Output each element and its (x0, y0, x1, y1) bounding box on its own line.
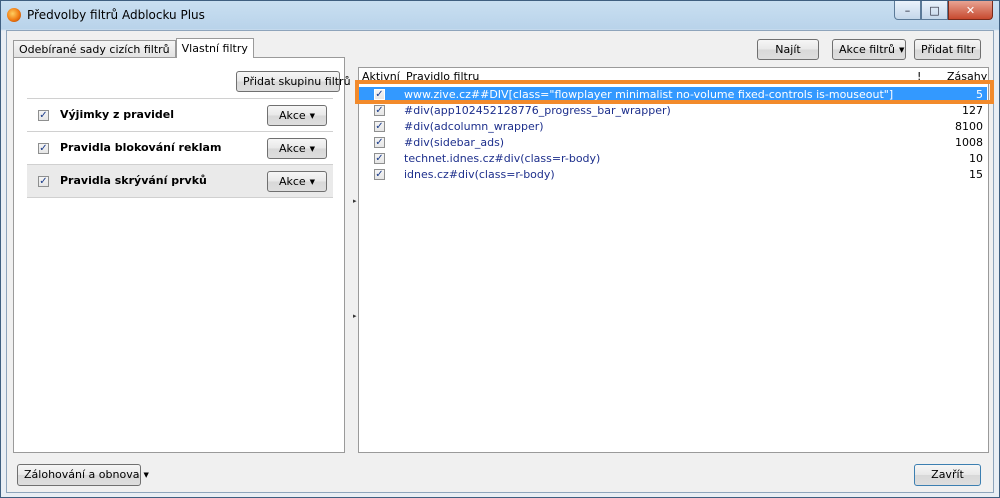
filter-checkbox[interactable]: ✓ (374, 169, 385, 180)
filter-rule: idnes.cz#div(class=r-body) (404, 168, 555, 181)
filter-rule: www.zive.cz##DIV[class="flowplayer minim… (404, 88, 894, 101)
group-checkbox[interactable]: ✓ (38, 110, 49, 121)
caption-buttons: – □ ✕ (894, 1, 993, 21)
window-title: Předvolby filtrů Adblocku Plus (27, 8, 205, 22)
dropdown-arrow-icon: ▼ (309, 112, 316, 120)
list-item[interactable]: ✓ Pravidla skrývání prvků Akce ▼ (27, 165, 333, 198)
tab-subscriptions[interactable]: Odebírané sady cizích filtrů (13, 40, 176, 58)
filter-checkbox[interactable]: ✓ (374, 137, 385, 148)
table-row[interactable]: ✓ #div(adcolumn_wrapper) 8100 (359, 119, 987, 135)
group-label: Pravidla skrývání prvků (60, 174, 207, 187)
find-button[interactable]: Najít (757, 39, 819, 60)
filter-hits: 15 (969, 168, 983, 181)
group-actions-button[interactable]: Akce ▼ (267, 105, 327, 126)
filter-rule: #div(adcolumn_wrapper) (404, 120, 544, 133)
dropdown-arrow-icon: ▼ (899, 46, 905, 54)
add-filter-label: Přidat filtr (921, 43, 976, 56)
filter-rule: technet.idnes.cz#div(class=r-body) (404, 152, 601, 165)
filter-group-list: ✓ Výjimky z pravidel Akce ▼ ✓ Pravidla bl… (27, 98, 333, 198)
dialog-client-area: Odebírané sady cizích filtrů Vlastní fil… (6, 30, 994, 493)
group-checkbox[interactable]: ✓ (38, 176, 49, 187)
splitter-grip-icon: ▸ (353, 312, 357, 320)
column-hits[interactable]: Zásahy (947, 70, 987, 83)
filter-actions-label: Akce filtrů (839, 43, 895, 56)
table-row[interactable]: ✓ www.zive.cz##DIV[class="flowplayer min… (359, 87, 987, 103)
group-label: Výjimky z pravidel (60, 108, 175, 121)
dropdown-arrow-icon: ▼ (309, 178, 316, 186)
column-rule[interactable]: Pravidlo filtru (406, 70, 479, 83)
group-actions-label: Akce (278, 175, 306, 188)
tab-custom-filters[interactable]: Vlastní filtry (175, 38, 254, 58)
filter-rule: #div(app102452128776_progress_bar_wrappe… (404, 104, 671, 117)
table-row[interactable]: ✓ #div(sidebar_ads) 1008 (359, 135, 987, 151)
group-actions-button[interactable]: Akce ▼ (267, 138, 327, 159)
column-active[interactable]: Aktivní (362, 70, 400, 83)
table-row[interactable]: ✓ idnes.cz#div(class=r-body) 15 (359, 167, 987, 183)
filter-groups-panel: Přidat skupinu filtrů ✓ Výjimky z pravid… (13, 57, 351, 453)
add-filter-group-label: Přidat skupinu filtrů (243, 75, 351, 88)
filter-checkbox[interactable]: ✓ (374, 105, 385, 116)
column-flag[interactable]: ! (917, 70, 921, 83)
filter-hits: 127 (962, 104, 983, 117)
table-row[interactable]: ✓ technet.idnes.cz#div(class=r-body) 10 (359, 151, 987, 167)
filter-hits: 10 (969, 152, 983, 165)
group-checkbox[interactable]: ✓ (38, 143, 49, 154)
close-button[interactable]: Zavřít (914, 464, 981, 486)
filter-hits: 8100 (955, 120, 983, 133)
filter-checkbox[interactable]: ✓ (374, 153, 385, 164)
filter-actions-button[interactable]: Akce filtrů ▼ (832, 39, 906, 60)
group-actions-label: Akce (278, 142, 306, 155)
preferences-window: Předvolby filtrů Adblocku Plus – □ ✕ Ode… (0, 0, 1000, 498)
filter-hits: 1008 (955, 136, 983, 149)
group-label: Pravidla blokování reklam (60, 141, 222, 154)
group-actions-button[interactable]: Akce ▼ (267, 171, 327, 192)
close-window-button[interactable]: ✕ (948, 1, 993, 20)
firefox-icon (7, 8, 21, 22)
list-item[interactable]: ✓ Výjimky z pravidel Akce ▼ (27, 99, 333, 132)
dropdown-arrow-icon: ▼ (309, 145, 316, 153)
maximize-button[interactable]: □ (921, 1, 948, 20)
filter-checkbox[interactable]: ✓ (374, 121, 385, 132)
find-label: Najít (775, 43, 801, 56)
close-label: Zavřít (931, 468, 964, 481)
filter-rule: #div(sidebar_ads) (404, 136, 505, 149)
backup-restore-button[interactable]: Zálohování a obnova ▼ (17, 464, 149, 486)
filter-hits: 5 (976, 88, 983, 101)
list-item[interactable]: ✓ Pravidla blokování reklam Akce ▼ (27, 132, 333, 165)
tab-strip: Odebírané sady cizích filtrů Vlastní fil… (13, 38, 254, 58)
add-filter-group-button[interactable]: Přidat skupinu filtrů (236, 71, 351, 92)
group-actions-label: Akce (278, 109, 306, 122)
add-filter-button[interactable]: Přidat filtr (914, 39, 981, 60)
filters-list[interactable]: Aktivní Pravidlo filtru ! Zásahy ✓ www.z… (358, 67, 989, 453)
title-bar[interactable]: Předvolby filtrů Adblocku Plus – □ ✕ (1, 1, 999, 29)
column-headers: Aktivní Pravidlo filtru ! Zásahy (359, 68, 987, 85)
filter-checkbox[interactable]: ✓ (374, 89, 385, 100)
backup-restore-label: Zálohování a obnova (24, 468, 140, 481)
minimize-button[interactable]: – (894, 1, 921, 20)
table-row[interactable]: ✓ #div(app102452128776_progress_bar_wrap… (359, 103, 987, 119)
splitter-grip-icon: ▸ (353, 197, 357, 205)
dropdown-arrow-icon: ▼ (143, 471, 149, 479)
